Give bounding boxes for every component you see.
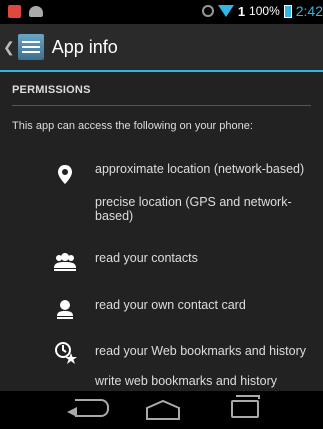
recent-apps-icon[interactable] (231, 395, 260, 418)
android-notification-icon (29, 6, 43, 17)
battery-icon (283, 4, 292, 18)
permission-item: write web bookmarks and history (95, 374, 278, 388)
permissions-intro: This app can access the following on you… (12, 120, 253, 132)
settings-app-icon[interactable] (17, 34, 44, 60)
navigation-bar (0, 391, 323, 429)
status-bar: 1 100% 2:42 (0, 0, 323, 24)
action-bar: ❮ App info (0, 24, 323, 72)
wifi-icon (217, 5, 234, 17)
alarm-icon (201, 5, 214, 17)
clock: 2:42 (295, 3, 323, 19)
permission-item: precise location (GPS and network-based) (95, 195, 292, 223)
signal-indicator: 1 (237, 3, 246, 19)
bookmarks-history-icon (55, 342, 77, 364)
contacts-icon (54, 253, 76, 271)
page-title: App info (51, 36, 118, 57)
back-icon[interactable] (75, 399, 109, 417)
battery-percent: 100% (249, 4, 280, 18)
permission-item: read your contacts (95, 251, 198, 265)
system-indicators: 1 100% 2:42 (201, 3, 323, 19)
bb-notification-icon (8, 5, 21, 18)
permissions-panel[interactable]: PERMISSIONS This app can access the foll… (0, 72, 323, 391)
permission-item: approximate location (network-based) (95, 162, 305, 176)
permission-item: read your Web bookmarks and history (95, 344, 306, 358)
location-icon (58, 165, 72, 184)
up-caret-icon[interactable]: ❮ (3, 39, 15, 56)
permissions-header: PERMISSIONS (12, 84, 311, 106)
notification-icons (8, 5, 43, 18)
permission-item: read your own contact card (95, 298, 246, 312)
contact-card-icon (57, 300, 73, 319)
home-icon[interactable] (144, 399, 182, 421)
